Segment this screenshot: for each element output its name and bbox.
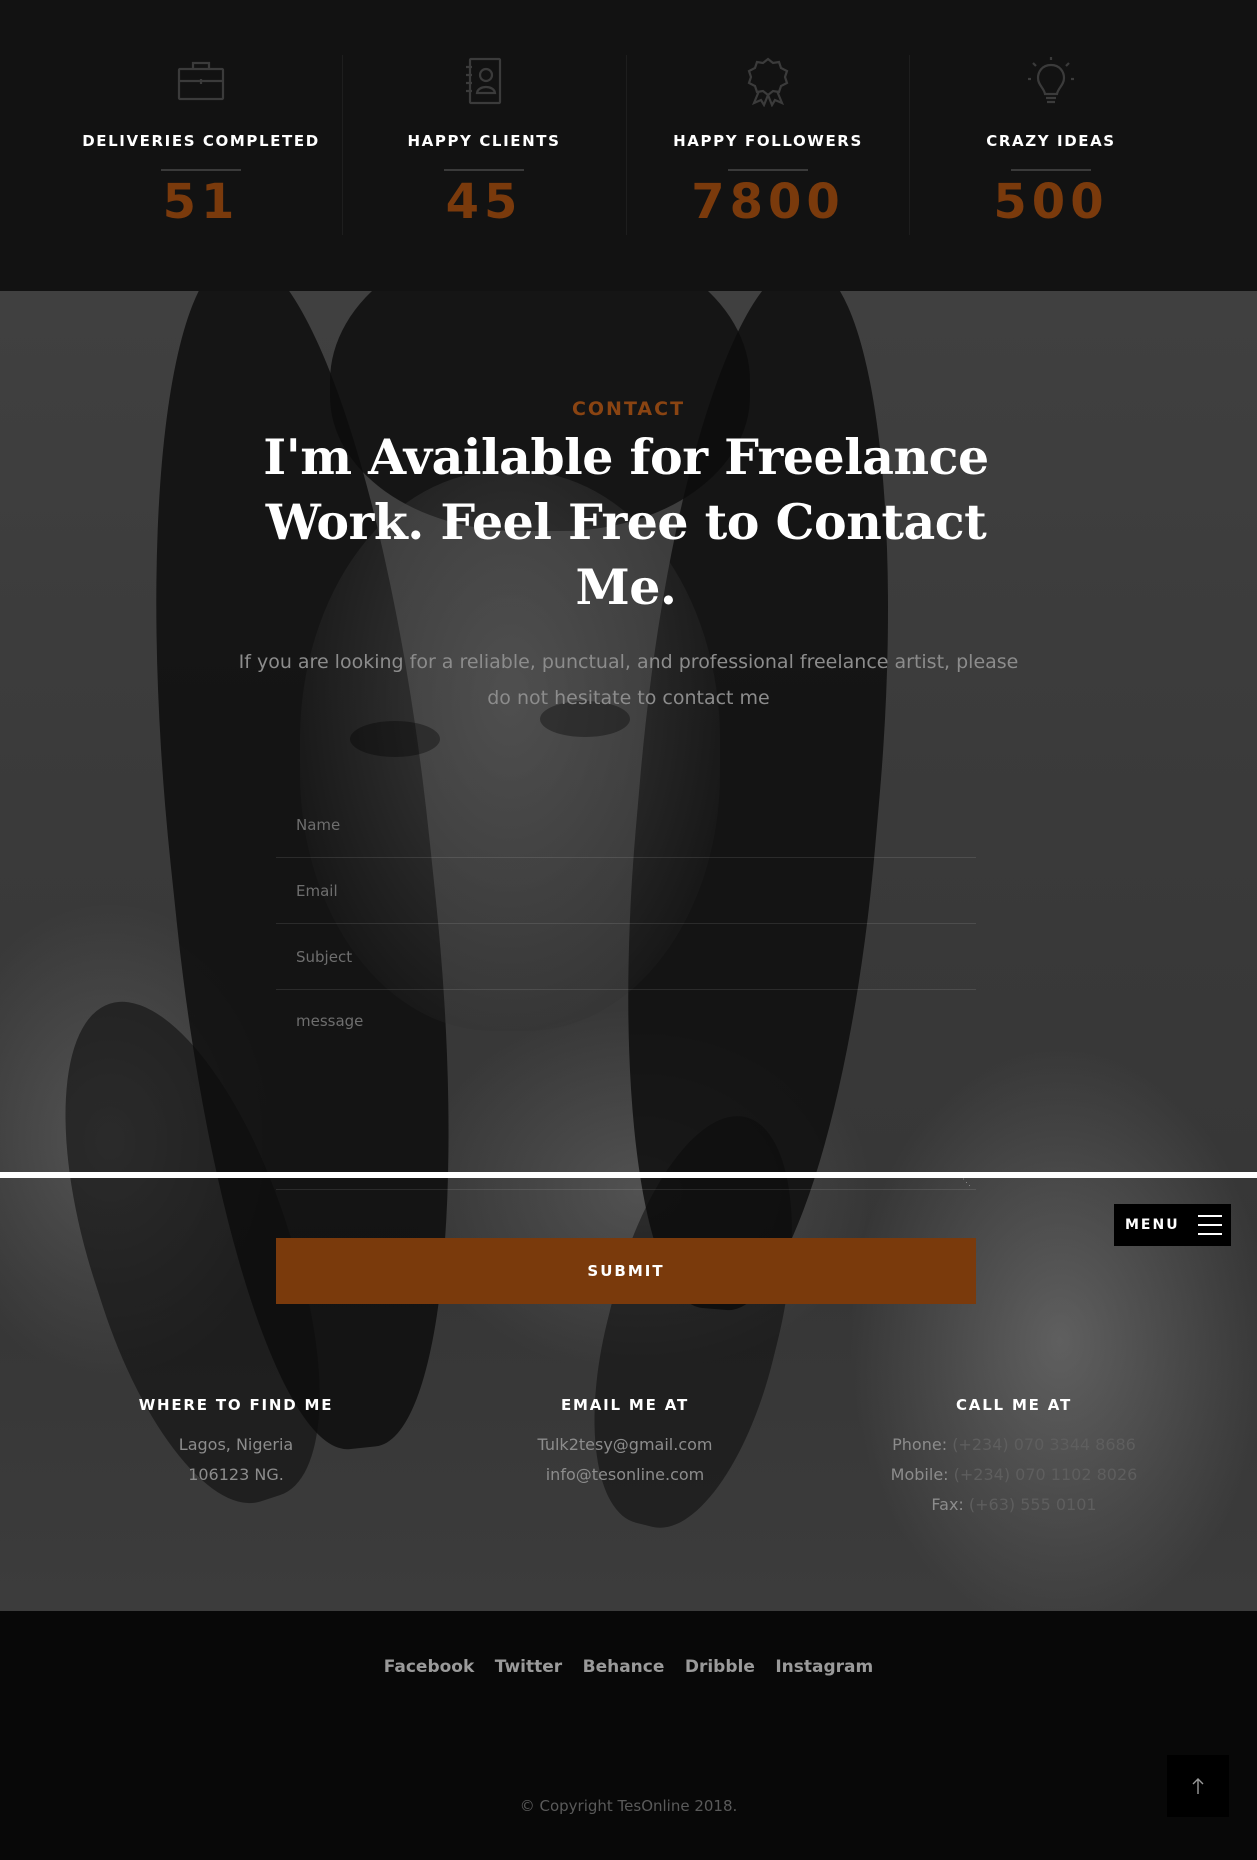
menu-button[interactable]: MENU	[1114, 1204, 1231, 1246]
phone-value[interactable]: (+234) 070 3344 8686	[952, 1435, 1136, 1454]
address-line: Lagos, Nigeria	[178, 1435, 294, 1454]
resize-grip-icon[interactable]: ⋱	[962, 1177, 972, 1187]
stat-divider-rule	[1011, 169, 1091, 171]
stat-divider-rule	[728, 169, 808, 171]
social-link-dribble[interactable]: Dribble	[685, 1657, 755, 1677]
email-link[interactable]: Tulk2tesy@gmail.com	[435, 1430, 815, 1460]
stat-divider-rule	[444, 169, 524, 171]
arrow-up-icon	[1192, 1778, 1204, 1794]
hamburger-icon	[1198, 1215, 1222, 1235]
copyright: © Copyright TesOnline 2018.	[519, 1797, 738, 1815]
section-kicker: CONTACT	[571, 398, 686, 420]
briefcase-icon	[177, 61, 225, 101]
info-title: EMAIL ME AT	[560, 1396, 689, 1414]
stat-label: HAPPY FOLLOWERS	[673, 132, 863, 150]
where-to-find-me: WHERE TO FIND ME Lagos, Nigeria 106123 N…	[46, 1396, 426, 1490]
social-link-instagram[interactable]: Instagram	[775, 1657, 873, 1677]
stat-label: CRAZY IDEAS	[986, 132, 1116, 150]
stat-value: 500	[993, 174, 1109, 230]
email-me-at: EMAIL ME AT Tulk2tesy@gmail.com info@tes…	[435, 1396, 815, 1490]
stat-value: 45	[445, 174, 523, 230]
social-link-twitter[interactable]: Twitter	[495, 1657, 562, 1677]
stat-divider-rule	[161, 169, 241, 171]
email-link[interactable]: info@tesonline.com	[435, 1460, 815, 1490]
message-field[interactable]	[276, 990, 976, 1190]
contact-lead: If you are looking for a reliable, punct…	[238, 651, 1019, 709]
stat-happy-followers: HAPPY FOLLOWERS 7800	[626, 55, 910, 235]
phone-key: Phone:	[892, 1435, 948, 1454]
stat-label: HAPPY CLIENTS	[407, 132, 561, 150]
mobile-value[interactable]: (+234) 070 1102 8026	[954, 1465, 1138, 1484]
stat-value: 7800	[691, 174, 845, 230]
fax-line: Fax: (+63) 555 0101	[824, 1490, 1204, 1520]
back-to-top-button[interactable]	[1167, 1755, 1229, 1817]
call-me-at: CALL ME AT Phone: (+234) 070 3344 8686 M…	[824, 1396, 1204, 1520]
stat-deliveries-completed: DELIVERIES COMPLETED 51	[59, 55, 343, 235]
fax-value: (+63) 555 0101	[968, 1495, 1097, 1514]
mobile-key: Mobile:	[890, 1465, 949, 1484]
contact-book-icon	[466, 57, 502, 105]
name-field[interactable]	[276, 792, 976, 858]
menu-label: MENU	[1125, 1217, 1180, 1233]
stat-happy-clients: HAPPY CLIENTS 45	[342, 55, 626, 235]
info-title: WHERE TO FIND ME	[138, 1396, 334, 1414]
phone-line: Phone: (+234) 070 3344 8686	[824, 1430, 1204, 1460]
stat-value: 51	[162, 174, 240, 230]
lightbulb-icon	[1028, 57, 1074, 104]
stat-crazy-ideas: CRAZY IDEAS 500	[909, 55, 1193, 235]
social-link-facebook[interactable]: Facebook	[384, 1657, 475, 1677]
address-line: 106123 NG.	[188, 1465, 284, 1484]
social-link-behance[interactable]: Behance	[583, 1657, 665, 1677]
badge-ribbon-icon	[747, 57, 789, 107]
mobile-line: Mobile: (+234) 070 1102 8026	[824, 1460, 1204, 1490]
contact-headline: I'm Available for Freelance Work. Feel F…	[263, 428, 989, 616]
stats-band: DELIVERIES COMPLETED 51 HAPPY CLIENTS 45…	[0, 0, 1257, 291]
social-links: Facebook Twitter Behance Dribble Instagr…	[0, 1657, 1257, 1677]
site-footer: Facebook Twitter Behance Dribble Instagr…	[0, 1611, 1257, 1860]
email-field[interactable]	[276, 858, 976, 924]
subject-field[interactable]	[276, 924, 976, 990]
info-title: CALL ME AT	[955, 1396, 1073, 1414]
fax-key: Fax:	[931, 1495, 964, 1514]
stat-label: DELIVERIES COMPLETED	[82, 132, 320, 150]
submit-button[interactable]: SUBMIT	[276, 1238, 976, 1304]
